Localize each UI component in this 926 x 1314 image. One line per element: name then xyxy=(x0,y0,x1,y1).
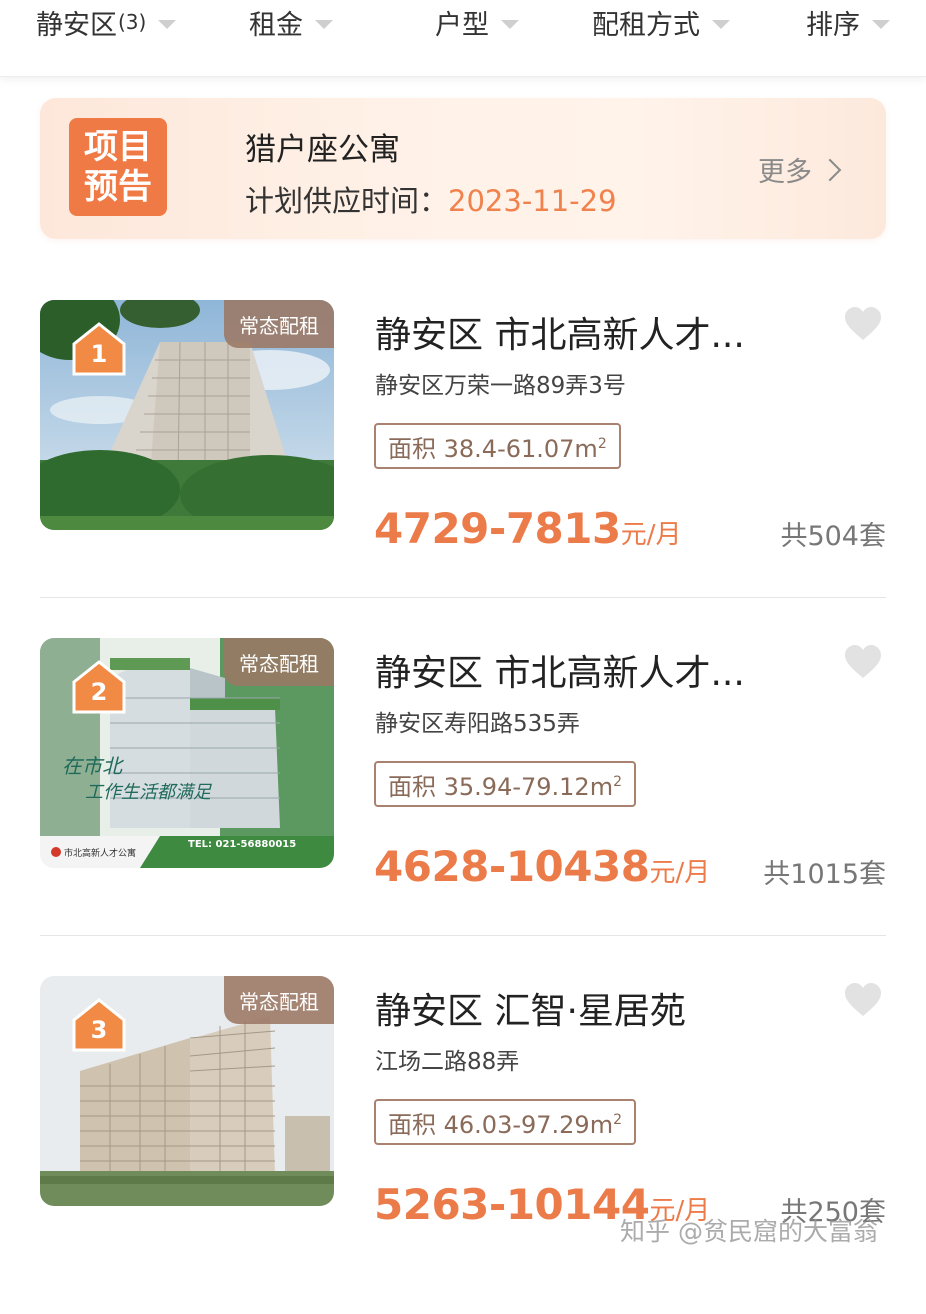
project-preview-banner[interactable]: 项目 预告 猎户座公寓 计划供应时间：2023-11-29 更多 xyxy=(40,98,886,239)
price-range: 4628-10438 xyxy=(374,842,650,891)
area-label: 面积 38.4-61.07m xyxy=(388,434,598,463)
area-label: 面积 35.94-79.12m xyxy=(388,772,614,801)
filter-district-label: 静安区 xyxy=(36,9,117,41)
project-preview-badge: 项目 预告 xyxy=(69,118,167,216)
listing-image[interactable]: 在市北 工作生活都满足 市北高新人才公寓 TEL: 021-56880015 常… xyxy=(40,638,334,868)
listing-title[interactable]: 静安区 汇智·星居苑 xyxy=(375,982,686,1034)
area-unit-sup: 2 xyxy=(597,436,607,452)
filter-layout-label: 户型 xyxy=(435,9,489,41)
listing-price: 4628-10438元/月 xyxy=(374,842,710,891)
price-range: 4729-7813 xyxy=(374,504,621,553)
filter-district[interactable]: 静安区 (3) xyxy=(36,0,177,44)
poster-slogan-2: 工作生活都满足 xyxy=(85,782,212,803)
rank-badge: 2 xyxy=(72,660,126,714)
supply-time-label: 计划供应时间： xyxy=(245,184,449,218)
badge-line-1: 项目 xyxy=(84,127,152,167)
poster-slogan-1: 在市北 xyxy=(62,754,124,778)
filter-rent-method-label: 配租方式 xyxy=(592,9,700,41)
rank-badge: 1 xyxy=(72,322,126,376)
area-label: 面积 46.03-97.29m xyxy=(388,1110,614,1139)
rental-type-tag: 常态配租 xyxy=(224,300,334,348)
total-units: 共1015套 xyxy=(763,859,886,890)
rental-type-tag: 常态配租 xyxy=(224,976,334,1024)
rank-number: 2 xyxy=(90,678,108,706)
total-units: 共504套 xyxy=(780,521,886,552)
area-tag: 面积 46.03-97.29m 2 xyxy=(374,1099,637,1145)
listing-address: 江场二路88弄 xyxy=(375,1049,520,1075)
listing-card[interactable]: 在市北 工作生活都满足 市北高新人才公寓 TEL: 021-56880015 常… xyxy=(0,638,926,976)
favorite-heart-icon[interactable] xyxy=(843,306,883,342)
filter-sort-label: 排序 xyxy=(806,9,860,41)
listing-image[interactable]: 常态配租 3 xyxy=(40,976,334,1206)
chevron-down-icon xyxy=(158,19,177,29)
divider xyxy=(40,935,886,936)
rank-number: 1 xyxy=(90,340,108,368)
more-label: 更多 xyxy=(758,157,812,188)
banner-supply-time: 计划供应时间：2023-11-29 xyxy=(245,178,617,220)
favorite-heart-icon[interactable] xyxy=(843,982,883,1018)
price-range: 5263-10144 xyxy=(374,1180,650,1229)
listing-card[interactable]: 常态配租 1 静安区 市北高新人才... 静安区万荣一路89弄3号 面积 38.… xyxy=(0,300,926,638)
chevron-down-icon xyxy=(501,19,519,29)
listing-title[interactable]: 静安区 市北高新人才... xyxy=(375,644,745,696)
filter-rent-label: 租金 xyxy=(249,9,303,41)
supply-time-value: 2023-11-29 xyxy=(448,184,617,218)
favorite-heart-icon[interactable] xyxy=(843,644,883,680)
filter-sort[interactable]: 排序 xyxy=(806,0,890,44)
area-tag: 面积 38.4-61.07m 2 xyxy=(374,423,621,469)
area-tag: 面积 35.94-79.12m 2 xyxy=(374,761,637,807)
divider xyxy=(40,597,886,598)
price-unit: 元/月 xyxy=(620,520,682,550)
more-link[interactable]: 更多 xyxy=(758,150,842,189)
listing-address: 静安区寿阳路535弄 xyxy=(375,711,580,737)
poster-brand: 市北高新人才公寓 xyxy=(64,847,136,859)
listing-card[interactable]: 常态配租 3 静安区 汇智·星居苑 江场二路88弄 面积 46.03-97.29… xyxy=(0,976,926,1314)
filter-rent-method[interactable]: 配租方式 xyxy=(592,0,730,44)
price-unit: 元/月 xyxy=(649,858,711,888)
area-unit-sup: 2 xyxy=(613,1112,623,1128)
badge-line-2: 预告 xyxy=(84,167,152,207)
listing-image[interactable]: 常态配租 1 xyxy=(40,300,334,530)
listing-address: 静安区万荣一路89弄3号 xyxy=(375,373,626,399)
watermark: 知乎 @贫民窟的大富翁 xyxy=(620,1217,878,1246)
filter-rent[interactable]: 租金 xyxy=(249,0,333,44)
poster-tel: TEL: 021-56880015 xyxy=(188,839,296,850)
filter-district-count: (3) xyxy=(118,10,147,34)
banner-project-name: 猎户座公寓 xyxy=(245,132,400,168)
filter-bar: 静安区 (3) 租金 户型 配租方式 排序 xyxy=(0,0,926,77)
chevron-down-icon xyxy=(315,19,333,29)
listing-title[interactable]: 静安区 市北高新人才... xyxy=(375,306,745,358)
rental-type-tag: 常态配租 xyxy=(224,638,334,686)
rank-badge: 3 xyxy=(72,998,126,1052)
area-unit-sup: 2 xyxy=(613,774,623,790)
chevron-right-icon xyxy=(818,158,842,181)
rank-number: 3 xyxy=(90,1016,108,1044)
chevron-down-icon xyxy=(712,19,730,29)
chevron-down-icon xyxy=(872,19,890,29)
filter-layout[interactable]: 户型 xyxy=(435,0,519,44)
listing-price: 4729-7813元/月 xyxy=(374,504,682,553)
